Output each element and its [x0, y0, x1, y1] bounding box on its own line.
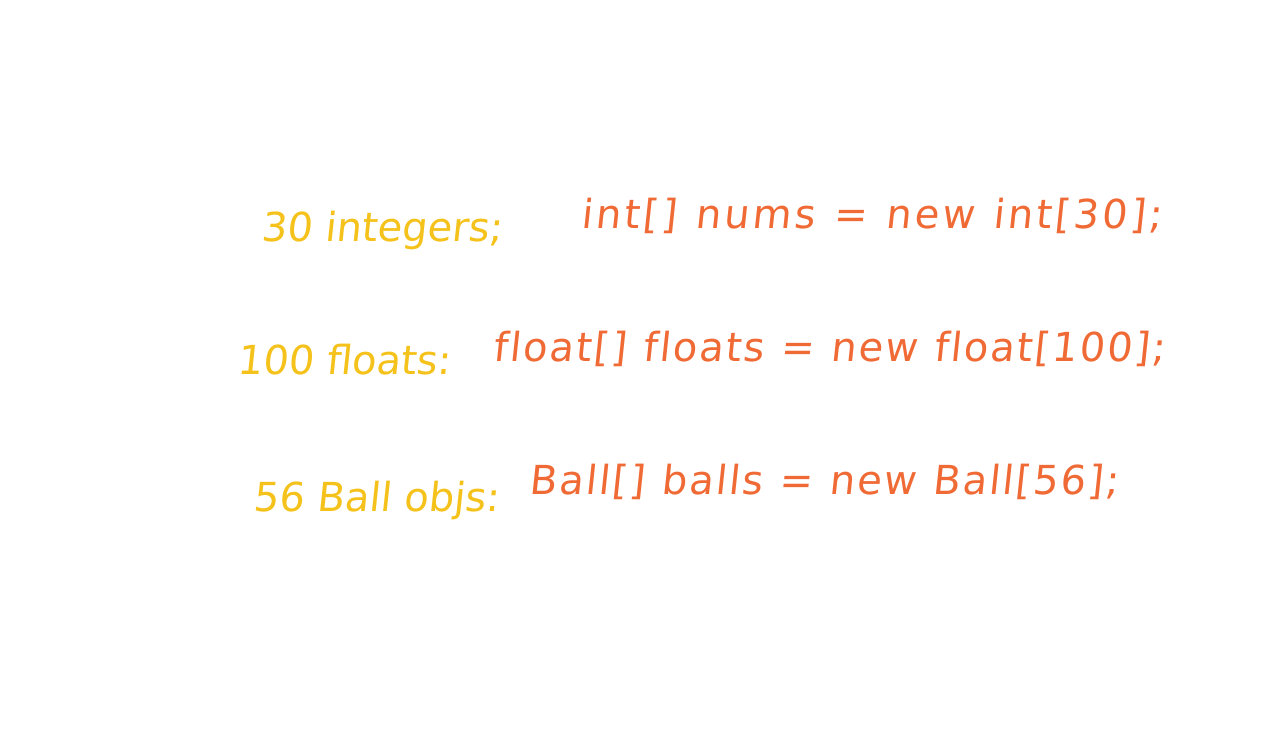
row-1-code: int[] nums = new int[30]; — [579, 192, 1169, 238]
handwritten-canvas: 30 integers; int[] nums = new int[30]; 1… — [0, 0, 1280, 751]
row-2-label: 100 floats: — [235, 338, 454, 384]
row-2-code: float[] floats = new float[100]; — [491, 325, 1171, 371]
row-3-label: 56 Ball objs: — [251, 475, 503, 521]
row-3-code: Ball[] balls = new Ball[56]; — [527, 458, 1124, 504]
row-1-label: 30 integers; — [259, 205, 506, 251]
